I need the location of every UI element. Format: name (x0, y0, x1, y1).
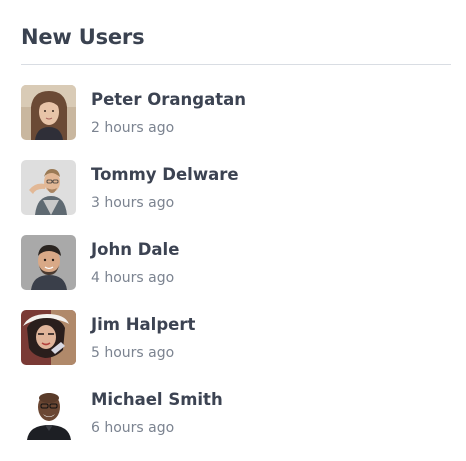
list-item: Michael Smith 6 hours ago (21, 385, 451, 460)
user-name[interactable]: Tommy Delware (91, 164, 239, 186)
user-joined-time: 3 hours ago (91, 195, 175, 211)
user-joined-time: 2 hours ago (91, 120, 175, 136)
widget-title: New Users (21, 25, 145, 49)
user-photo-icon (21, 235, 76, 290)
divider (21, 64, 451, 65)
user-list: Peter Orangatan 2 hours ago Tommy Delwar… (21, 85, 451, 460)
user-name[interactable]: Peter Orangatan (91, 89, 246, 111)
avatar[interactable] (21, 385, 76, 440)
user-photo-icon (21, 85, 76, 140)
user-joined-time: 4 hours ago (91, 270, 175, 286)
avatar[interactable] (21, 235, 76, 290)
user-name[interactable]: Jim Halpert (91, 314, 195, 336)
user-name[interactable]: Michael Smith (91, 389, 223, 411)
list-item: John Dale 4 hours ago (21, 235, 451, 310)
user-photo-icon (21, 385, 76, 440)
avatar[interactable] (21, 160, 76, 215)
avatar[interactable] (21, 310, 76, 365)
list-item: Peter Orangatan 2 hours ago (21, 85, 451, 160)
user-name[interactable]: John Dale (91, 239, 179, 261)
user-joined-time: 6 hours ago (91, 420, 175, 436)
list-item: Tommy Delware 3 hours ago (21, 160, 451, 235)
user-joined-time: 5 hours ago (91, 345, 175, 361)
user-photo-icon (21, 160, 76, 215)
user-photo-icon (21, 310, 76, 365)
avatar[interactable] (21, 85, 76, 140)
list-item: Jim Halpert 5 hours ago (21, 310, 451, 385)
